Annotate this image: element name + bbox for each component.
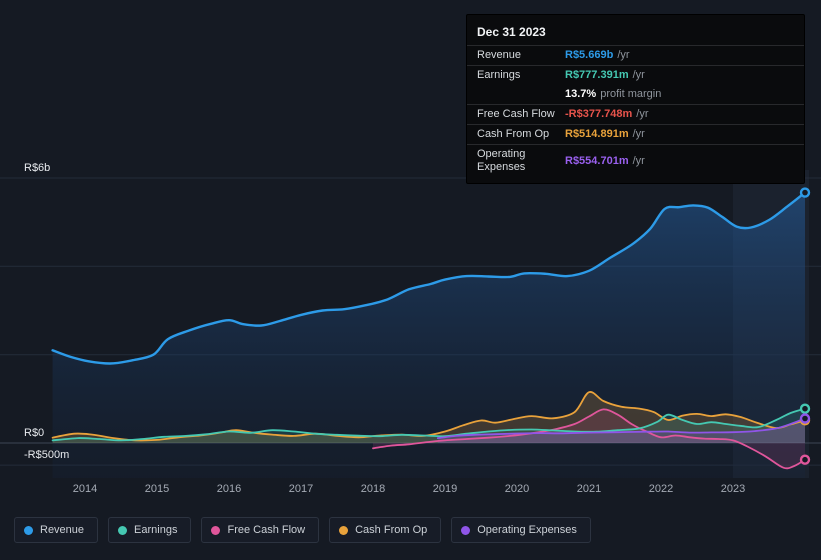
tooltip-row-label: Revenue xyxy=(477,49,522,61)
x-axis-label-2017: 2017 xyxy=(289,483,313,495)
x-axis-label-2022: 2022 xyxy=(649,483,673,495)
tooltip-row-earnings: Earnings R$777.391m/yr xyxy=(467,65,804,85)
x-axis-label-2016: 2016 xyxy=(217,483,241,495)
tooltip-row-value: -R$377.748m xyxy=(565,108,633,120)
tooltip-row-suffix: /yr xyxy=(632,128,645,140)
legend-dot-revenue xyxy=(24,525,33,535)
legend-item-free_cash_flow[interactable]: Free Cash Flow xyxy=(201,517,320,543)
tooltip-row-value: R$554.701m xyxy=(565,154,629,167)
tooltip-row-label: Operating Expenses xyxy=(477,148,526,173)
tooltip-row-suffix: /yr xyxy=(617,49,630,61)
tooltip-row-profit-margin: 13.7% profit margin xyxy=(467,85,804,104)
free_cash_flow-endpoint-dot[interactable] xyxy=(799,454,811,465)
y-axis-label--500: -R$500m xyxy=(24,449,69,461)
revenue-endpoint-dot[interactable] xyxy=(799,187,811,198)
legend-item-revenue[interactable]: Revenue xyxy=(14,517,99,543)
tooltip-row-suffix: /yr xyxy=(636,108,649,120)
tooltip-row-value: 13.7% xyxy=(565,88,597,100)
legend-dot-operating_expenses xyxy=(461,525,471,535)
legend-dot-cash_from_op xyxy=(339,525,349,535)
legend-label-cash_from_op: Cash From Op xyxy=(355,524,428,536)
x-axis-label-2020: 2020 xyxy=(505,483,529,495)
legend-label-earnings: Earnings xyxy=(134,524,178,536)
legend-dot-earnings xyxy=(118,525,128,535)
tooltip-row-label: Earnings xyxy=(477,69,521,81)
tooltip-row-value: R$5.669b xyxy=(565,49,614,61)
tooltip: Dec 31 2023 Revenue R$5.669b/yr Earnings R$… xyxy=(466,14,805,184)
tooltip-row-revenue: Revenue R$5.669b/yr xyxy=(467,45,804,65)
tooltip-row-suffix: profit margin xyxy=(600,88,662,100)
x-axis-label-2023: 2023 xyxy=(721,483,745,495)
tooltip-date-title: Dec 31 2023 xyxy=(477,25,546,39)
tooltip-row-operating-expenses: Operating Expenses R$554.701m/yr xyxy=(467,144,804,177)
legend-dot-free_cash_flow xyxy=(211,525,221,535)
earnings-endpoint-dot[interactable] xyxy=(799,403,811,414)
y-axis-label-0: R$0 xyxy=(24,427,44,439)
x-axis-label-2019: 2019 xyxy=(433,483,457,495)
legend: Revenue Earnings Free Cash Flow Cash From O… xyxy=(14,517,591,543)
y-axis-label-6000: R$6b xyxy=(24,162,50,174)
x-axis-label-2018: 2018 xyxy=(361,483,385,495)
legend-item-cash_from_op[interactable]: Cash From Op xyxy=(329,517,442,543)
legend-label-operating_expenses: Operating Expenses xyxy=(477,524,577,536)
tooltip-row-cash-from-op: Cash From Op R$514.891m/yr xyxy=(467,124,804,144)
tooltip-row-suffix: /yr xyxy=(632,69,645,81)
legend-item-earnings[interactable]: Earnings xyxy=(108,517,192,543)
operating_expenses-endpoint-dot[interactable] xyxy=(799,413,811,424)
x-axis-label-2014: 2014 xyxy=(73,483,97,495)
tooltip-row-value: R$514.891m xyxy=(565,128,629,140)
tooltip-row-free-cash-flow: Free Cash Flow -R$377.748m/yr xyxy=(467,104,804,124)
tooltip-row-label: Free Cash Flow xyxy=(477,108,555,120)
x-axis-label-2021: 2021 xyxy=(577,483,601,495)
x-axis-label-2015: 2015 xyxy=(145,483,169,495)
legend-label-revenue: Revenue xyxy=(40,524,85,536)
financial-history-chart-page: R$6b R$0 -R$500m 2014 2015 2016 2017 2018 2019 20… xyxy=(0,0,821,560)
legend-item-operating_expenses[interactable]: Operating Expenses xyxy=(451,517,591,543)
tooltip-row-suffix: /yr xyxy=(632,154,645,167)
tooltip-row-label: Cash From Op xyxy=(477,128,550,140)
tooltip-row-value: R$777.391m xyxy=(565,69,629,81)
legend-label-free_cash_flow: Free Cash Flow xyxy=(227,524,306,536)
